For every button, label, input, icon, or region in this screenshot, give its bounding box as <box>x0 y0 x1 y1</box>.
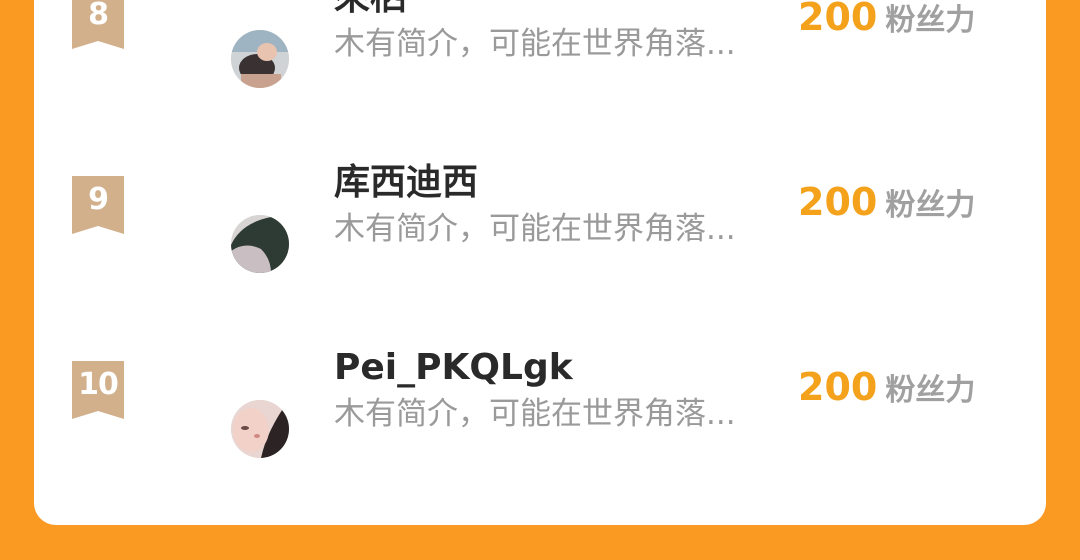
fans-unit: 粉丝力 <box>885 3 976 38</box>
user-bio: 木有简介，可能在世界角落... <box>334 26 736 62</box>
leaderboard-row[interactable]: 10 Pei_PKQLgk 木有简介，可能在世界角落... 200 粉丝力 <box>34 317 1046 467</box>
avatar[interactable] <box>231 30 289 88</box>
avatar-photo-icon <box>231 30 289 88</box>
avatar[interactable] <box>231 215 289 273</box>
user-name[interactable]: 库西迪西 <box>334 160 478 206</box>
fans-count: 200 <box>798 365 878 409</box>
fans-count: 200 <box>798 0 878 39</box>
user-bio: 木有简介，可能在世界角落... <box>334 211 736 247</box>
user-name[interactable]: Pei_PKQLgk <box>334 345 573 391</box>
rank-badge: 9 <box>72 176 124 234</box>
avatar-photo-icon <box>231 215 289 273</box>
leaderboard-card: 8 來栖 木有简介，可能在世界角落... 200粉丝力 9 <box>34 0 1046 525</box>
fans-power: 200 粉丝力 <box>798 0 975 48</box>
fans-unit: 粉丝力 <box>885 373 976 408</box>
rank-number: 8 <box>88 0 109 32</box>
fans-power: 200 粉丝力 <box>798 179 975 233</box>
user-name[interactable]: 來栖 <box>334 0 406 21</box>
leaderboard-row[interactable]: 8 來栖 木有简介，可能在世界角落... 200粉丝力 <box>34 0 1046 97</box>
rank-badge: 10 <box>72 361 124 419</box>
rank-number: 9 <box>88 182 109 217</box>
rank-badge: 8 <box>72 0 124 49</box>
leaderboard-row[interactable]: 9 库西迪西 木有简介，可能在世界角落... 200 粉丝力 <box>34 132 1046 282</box>
avatar-photo-icon <box>231 400 289 458</box>
rank-number: 10 <box>78 367 119 402</box>
fans-unit: 粉丝力 <box>885 188 976 223</box>
user-bio: 木有简介，可能在世界角落... <box>334 396 736 432</box>
fans-count: 200 <box>798 180 878 224</box>
fans-power: 200 粉丝力 <box>798 364 975 418</box>
avatar[interactable] <box>231 400 289 458</box>
